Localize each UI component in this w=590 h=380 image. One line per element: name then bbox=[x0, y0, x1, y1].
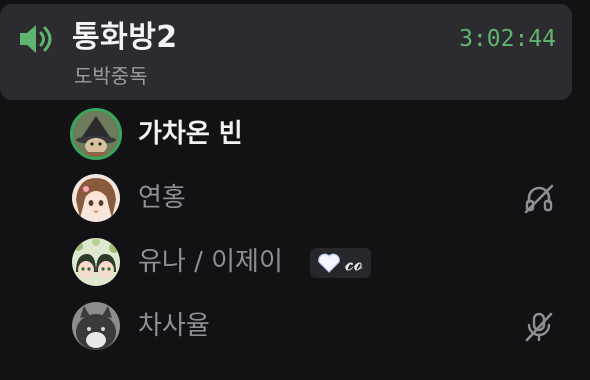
deafened-icon[interactable] bbox=[522, 182, 556, 216]
participant-name: 가차온 빈 bbox=[138, 119, 243, 149]
participant-row[interactable]: 유나 / 이제이 𝓬𝓸 bbox=[72, 236, 572, 288]
muted-mic-icon[interactable] bbox=[522, 310, 556, 344]
participant-row[interactable]: 가차온 빈 bbox=[70, 108, 572, 160]
avatar[interactable] bbox=[72, 110, 120, 158]
participant-name: 차사율 bbox=[138, 311, 210, 341]
speaker-icon bbox=[20, 25, 52, 53]
server-tag-badge[interactable]: 𝓬𝓸 bbox=[310, 248, 372, 278]
avatar[interactable] bbox=[72, 238, 120, 286]
voice-channel-header[interactable]: 통화방2 도박중독 3:02:44 bbox=[0, 4, 572, 100]
channel-name: 통화방2 bbox=[72, 20, 178, 55]
avatar[interactable] bbox=[72, 302, 120, 350]
badge-text: 𝓬𝓸 bbox=[345, 251, 364, 275]
participant-name: 연홍 bbox=[138, 183, 186, 213]
participant-name: 유나 / 이제이 bbox=[138, 247, 283, 277]
voice-channel-panel: 통화방2 도박중독 3:02:44 가차온 빈 연홍 유나 / 이제이 𝓬𝓸 차… bbox=[0, 0, 590, 380]
channel-status: 도박중독 bbox=[74, 64, 148, 88]
avatar[interactable] bbox=[72, 174, 120, 222]
call-timer: 3:02:44 bbox=[459, 26, 556, 52]
white-heart-icon bbox=[318, 253, 340, 273]
participant-row[interactable]: 차사율 bbox=[72, 300, 572, 352]
participant-row[interactable]: 연홍 bbox=[72, 172, 572, 224]
